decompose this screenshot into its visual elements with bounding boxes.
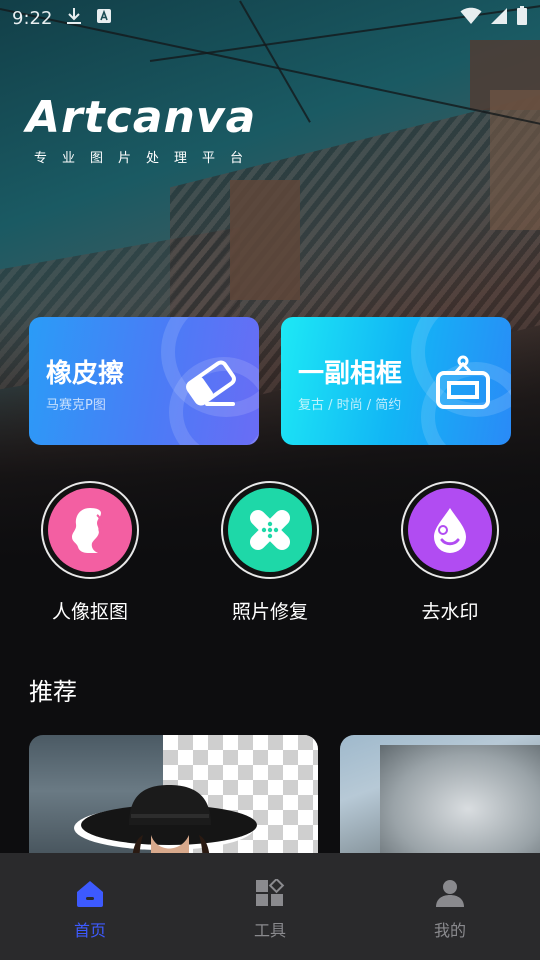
eraser-card-subtitle: 马赛克P图 (46, 398, 106, 413)
tool-remove-watermark[interactable]: 去水印 (360, 481, 540, 624)
user-icon (435, 879, 465, 911)
eraser-icon (183, 355, 239, 411)
nav-home[interactable]: 首页 (0, 853, 180, 960)
grid-icon (255, 877, 285, 911)
eraser-card-title: 橡皮擦 (46, 359, 125, 389)
nav-tools[interactable]: 工具 (180, 853, 360, 960)
nav-home-label: 首页 (73, 921, 106, 940)
bottom-navigation: 首页 工具 我的 (0, 853, 540, 960)
download-icon (66, 7, 82, 30)
tool-ring (221, 481, 319, 579)
tool-label: 照片修复 (231, 601, 308, 623)
frame-card[interactable]: 一副相框 复古 / 时尚 / 简约 (281, 317, 511, 445)
status-time: 9:22 (12, 7, 53, 29)
droplet-icon (408, 488, 492, 572)
home-icon (75, 879, 105, 911)
nav-mine-label: 我的 (433, 921, 466, 940)
hero-background (0, 0, 540, 560)
tool-ring (41, 481, 139, 579)
a-notification-icon (96, 8, 112, 29)
frame-card-subtitle: 复古 / 时尚 / 简约 (298, 398, 402, 413)
brand-title: Artcanva (26, 92, 257, 143)
brand-logo: Artcanva 专业图片处理平台 (26, 92, 258, 166)
bandage-icon (228, 488, 312, 572)
tool-label: 去水印 (421, 601, 479, 623)
nav-mine[interactable]: 我的 (360, 853, 540, 960)
tool-ring (401, 481, 499, 579)
battery-icon (516, 5, 528, 31)
tool-label: 人像抠图 (51, 601, 128, 623)
frame-card-title: 一副相框 (298, 359, 403, 389)
portrait-icon (48, 488, 132, 572)
recommend-title: 推荐 (29, 678, 77, 706)
nav-tools-label: 工具 (253, 921, 286, 940)
tool-portrait-cutout[interactable]: 人像抠图 (0, 481, 180, 624)
eraser-card[interactable]: 橡皮擦 马赛克P图 (29, 317, 259, 445)
tool-photo-repair[interactable]: 照片修复 (180, 481, 360, 624)
wifi-icon (460, 7, 482, 30)
brand-subtitle: 专业图片处理平台 (34, 151, 259, 166)
status-bar: 9:22 (0, 0, 540, 36)
signal-icon (490, 7, 508, 30)
frame-icon (435, 355, 491, 411)
